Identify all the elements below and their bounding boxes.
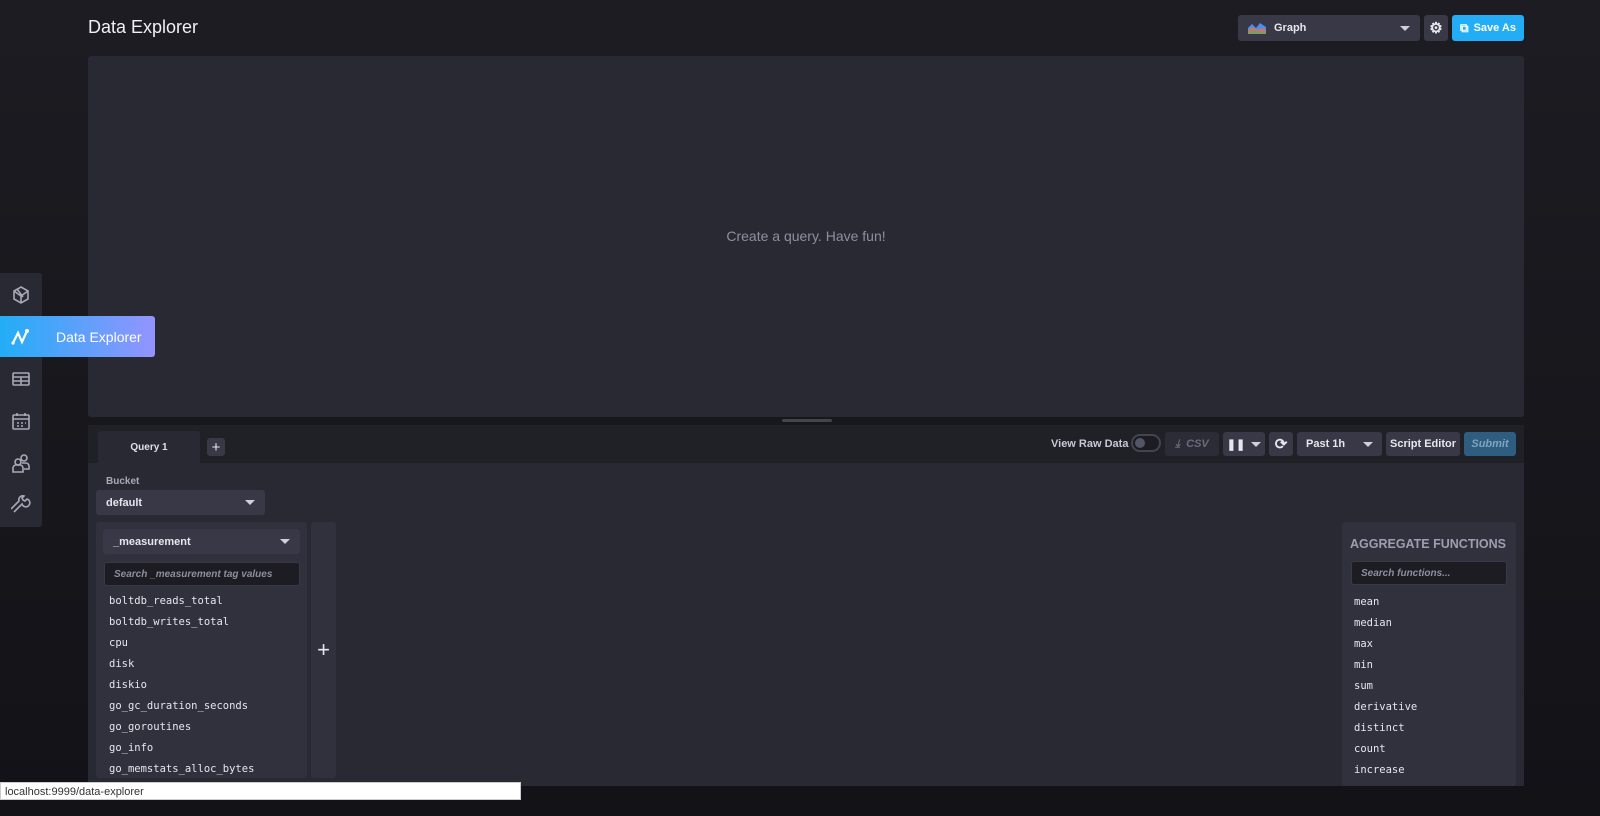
bucket-dropdown[interactable]: default	[96, 490, 265, 515]
status-bar-url: localhost:9999/data-explorer	[0, 782, 521, 800]
tag-value-item[interactable]: go_gc_duration_seconds	[109, 700, 254, 721]
tag-value-item[interactable]: boltdb_writes_total	[109, 616, 254, 637]
refresh-icon: ⟳	[1274, 436, 1288, 453]
sidebar-nav	[0, 273, 42, 527]
bucket-label: Bucket	[106, 476, 140, 487]
function-item[interactable]: max	[1354, 638, 1417, 659]
getting-started-icon[interactable]	[11, 285, 31, 305]
tag-value-item[interactable]: disk	[109, 658, 254, 679]
add-tag-selector-button[interactable]: +	[311, 522, 336, 778]
tag-value-item[interactable]: go_goroutines	[109, 721, 254, 742]
download-icon: ⤓	[1175, 437, 1181, 450]
tag-value-item[interactable]: boltdb_reads_total	[109, 595, 254, 616]
pause-icon: ❚❚	[1226, 438, 1246, 451]
chevron-down-icon	[280, 539, 290, 544]
tag-values-search-input[interactable]: Search _measurement tag values	[104, 562, 300, 586]
function-item[interactable]: median	[1354, 617, 1417, 638]
refresh-button[interactable]: ⟳	[1269, 432, 1293, 456]
chevron-down-icon	[1363, 441, 1373, 447]
save-as-button[interactable]: ⧉ Save As	[1452, 15, 1524, 41]
time-range-dropdown[interactable]: Past 1h	[1297, 432, 1382, 456]
aggregate-functions-panel: AGGREGATE FUNCTIONS Search functions... …	[1342, 522, 1516, 786]
wrench-icon[interactable]	[11, 495, 31, 515]
data-explorer-icon	[11, 328, 29, 345]
plus-icon: +	[317, 637, 330, 662]
tab-query-1[interactable]: Query 1	[98, 431, 200, 463]
export-icon: ⧉	[1460, 20, 1469, 35]
function-item[interactable]: derivative	[1354, 701, 1417, 722]
function-item[interactable]: distinct	[1354, 722, 1417, 743]
tag-selector: _measurement Search _measurement tag val…	[96, 522, 307, 778]
function-item[interactable]: count	[1354, 743, 1417, 764]
chevron-down-icon	[245, 500, 255, 505]
tag-value-item[interactable]: diskio	[109, 679, 254, 700]
csv-download-button[interactable]: ⤓ CSV	[1165, 432, 1219, 456]
script-editor-button[interactable]: Script Editor	[1386, 432, 1460, 456]
view-type-dropdown[interactable]: Graph	[1238, 15, 1420, 41]
tasks-calendar-icon[interactable]	[11, 411, 31, 431]
tag-key-dropdown[interactable]: _measurement	[103, 529, 300, 554]
add-query-button[interactable]: +	[207, 438, 225, 456]
functions-search-input[interactable]: Search functions...	[1351, 561, 1507, 585]
chevron-down-icon	[1400, 25, 1410, 31]
raw-data-toggle[interactable]	[1131, 434, 1161, 452]
submit-button[interactable]: Submit	[1464, 432, 1516, 456]
tag-value-item[interactable]: go_info	[109, 742, 254, 763]
function-item[interactable]: mean	[1354, 596, 1417, 617]
sidebar-item-label: Data Explorer	[56, 328, 142, 345]
view-type-label: Graph	[1274, 22, 1307, 34]
resize-handle[interactable]	[782, 419, 832, 422]
tag-values-list: boltdb_reads_total boltdb_writes_total cpu…	[109, 595, 254, 778]
query-tabs-bar: Query 1 + View Raw Data ⤓ CSV ❚❚ ⟳ Past 1…	[88, 425, 1524, 463]
function-item[interactable]: min	[1354, 659, 1417, 680]
organizations-icon[interactable]	[11, 453, 31, 473]
aggregate-functions-title: AGGREGATE FUNCTIONS	[1350, 537, 1507, 551]
settings-button[interactable]: ⚙	[1424, 15, 1448, 41]
function-item[interactable]: sum	[1354, 680, 1417, 701]
functions-list: mean median max min sum derivative distinct cou…	[1354, 596, 1417, 785]
gear-icon: ⚙	[1429, 20, 1443, 37]
tag-value-item[interactable]: cpu	[109, 637, 254, 658]
tag-value-item[interactable]: go_memstats_alloc_bytes	[109, 763, 254, 778]
function-item[interactable]: increase	[1354, 764, 1417, 785]
empty-graph-message: Create a query. Have fun!	[726, 228, 886, 244]
graph-panel: Create a query. Have fun!	[88, 56, 1524, 417]
page-title: Data Explorer	[88, 17, 199, 37]
dashboards-icon[interactable]	[11, 369, 31, 389]
query-builder: Bucket default _measurement Search _meas…	[88, 463, 1524, 786]
sidebar-item-data-explorer[interactable]: Data Explorer	[0, 316, 155, 357]
view-raw-data-label: View Raw Data	[1051, 438, 1129, 450]
autorefresh-dropdown[interactable]: ❚❚	[1223, 432, 1265, 456]
graph-icon	[1248, 23, 1266, 34]
